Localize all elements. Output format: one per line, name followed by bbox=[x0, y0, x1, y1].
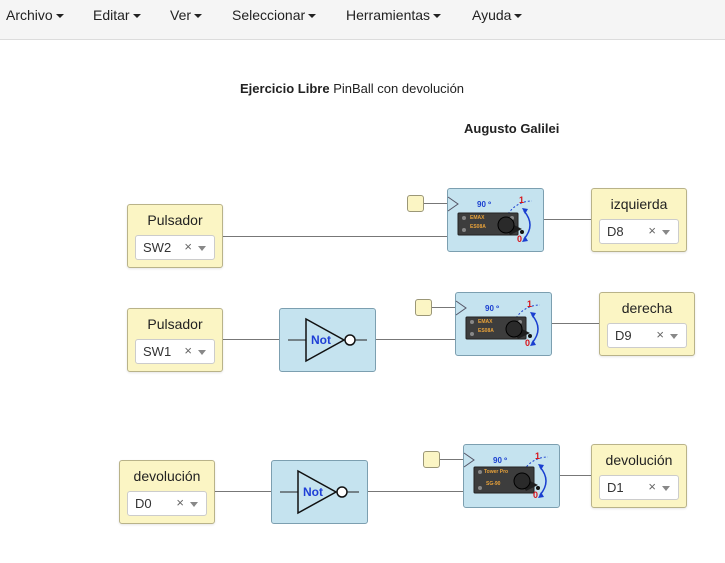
pin-select[interactable]: SW2 × bbox=[135, 235, 215, 260]
clear-icon[interactable]: × bbox=[184, 343, 192, 358]
caret-down-icon bbox=[132, 14, 141, 19]
chevron-down-icon[interactable] bbox=[190, 502, 198, 507]
servo-block[interactable]: 90 º 1 0 Tower Pro SG-90 bbox=[463, 444, 560, 508]
servo-brand: Tower Pro bbox=[484, 469, 509, 475]
output-block-devolucion[interactable]: devolución D1 × bbox=[591, 444, 687, 508]
servo-block[interactable]: 90 º 1 0 EMAX ES08A bbox=[455, 292, 552, 356]
wire bbox=[222, 339, 280, 340]
wire bbox=[558, 475, 592, 476]
wire bbox=[431, 307, 456, 308]
not-gate-block[interactable]: Not bbox=[271, 460, 368, 524]
servo-mark-one: 1 bbox=[535, 451, 541, 461]
clear-icon[interactable]: × bbox=[648, 223, 656, 238]
menu-seleccionar-label: Seleccionar bbox=[232, 7, 306, 23]
pin-select-value: D9 bbox=[615, 328, 632, 343]
chevron-down-icon[interactable] bbox=[662, 230, 670, 235]
chevron-down-icon[interactable] bbox=[198, 350, 206, 355]
menu-ayuda-label: Ayuda bbox=[472, 7, 512, 23]
block-label: devolución bbox=[605, 452, 673, 468]
block-label: Pulsador bbox=[147, 212, 203, 228]
menu-herramientas[interactable]: Herramientas bbox=[346, 7, 442, 23]
servo-brand: EMAX bbox=[470, 215, 485, 221]
servo-icon bbox=[473, 456, 549, 498]
wire bbox=[374, 339, 456, 340]
wire bbox=[214, 491, 272, 492]
servo-icon bbox=[465, 304, 541, 346]
servo-model: ES08A bbox=[470, 224, 486, 230]
caret-down-icon bbox=[308, 14, 317, 19]
servo-mark-zero: 0 bbox=[533, 490, 539, 500]
servo-model: ES08A bbox=[478, 328, 494, 334]
menu-ver[interactable]: Ver bbox=[170, 7, 203, 23]
wire bbox=[366, 491, 464, 492]
pin-select-value: D8 bbox=[607, 224, 624, 239]
not-gate-label: Not bbox=[311, 333, 331, 347]
menu-bar: Archivo Editar Ver Seleccionar Herramien… bbox=[0, 0, 725, 40]
clear-icon[interactable]: × bbox=[184, 239, 192, 254]
wire bbox=[542, 219, 592, 220]
not-gate-label: Not bbox=[303, 485, 323, 499]
block-label: izquierda bbox=[610, 196, 668, 212]
caret-down-icon bbox=[55, 14, 64, 19]
input-block-devolucion[interactable]: devolución D0 × bbox=[119, 460, 215, 524]
servo-model: SG-90 bbox=[486, 481, 501, 487]
menu-editar-label: Editar bbox=[93, 7, 130, 23]
chevron-down-icon[interactable] bbox=[662, 486, 670, 491]
block-label: derecha bbox=[621, 300, 673, 316]
output-block-derecha[interactable]: derecha D9 × bbox=[599, 292, 695, 356]
pin-select[interactable]: D1 × bbox=[599, 475, 679, 500]
pin-select-value: D0 bbox=[135, 496, 152, 511]
pin-select-value: D1 bbox=[607, 480, 624, 495]
pin-select[interactable]: D8 × bbox=[599, 219, 679, 244]
pin-select-value: SW1 bbox=[143, 344, 172, 359]
servo-brand: EMAX bbox=[478, 319, 493, 325]
pin-select-value: SW2 bbox=[143, 240, 172, 255]
servo-mark-one: 1 bbox=[527, 299, 533, 309]
clear-icon[interactable]: × bbox=[648, 479, 656, 494]
pin-select[interactable]: D9 × bbox=[607, 323, 687, 348]
caret-down-icon bbox=[433, 14, 442, 19]
servo-mark-one: 1 bbox=[519, 195, 525, 205]
servo-mark-zero: 0 bbox=[525, 338, 531, 348]
wire bbox=[439, 459, 464, 460]
servo-mark-zero: 0 bbox=[517, 234, 523, 244]
wire bbox=[550, 323, 600, 324]
menu-editar[interactable]: Editar bbox=[93, 7, 141, 23]
servo-toggle[interactable] bbox=[423, 451, 440, 468]
block-label: devolución bbox=[133, 468, 201, 484]
clear-icon[interactable]: × bbox=[176, 495, 184, 510]
servo-angle-label: 90 º bbox=[477, 200, 492, 209]
wire bbox=[424, 203, 448, 204]
caret-down-icon bbox=[514, 14, 523, 19]
servo-icon bbox=[457, 200, 533, 242]
not-gate-block[interactable]: Not bbox=[279, 308, 376, 372]
menu-ayuda[interactable]: Ayuda bbox=[472, 7, 523, 23]
exercise-prefix: Ejercicio Libre bbox=[240, 81, 330, 96]
menu-archivo-label: Archivo bbox=[6, 7, 53, 23]
servo-toggle[interactable] bbox=[415, 299, 432, 316]
wire bbox=[222, 236, 448, 237]
servo-angle-label: 90 º bbox=[485, 304, 500, 313]
author-name: Augusto Galilei bbox=[464, 121, 560, 136]
chevron-down-icon[interactable] bbox=[198, 246, 206, 251]
servo-angle-label: 90 º bbox=[493, 456, 508, 465]
menu-ver-label: Ver bbox=[170, 7, 192, 23]
output-block-izquierda[interactable]: izquierda D8 × bbox=[591, 188, 687, 252]
exercise-name: PinBall con devolución bbox=[333, 81, 465, 96]
pin-select[interactable]: D0 × bbox=[127, 491, 207, 516]
menu-seleccionar[interactable]: Seleccionar bbox=[232, 7, 317, 23]
servo-toggle[interactable] bbox=[407, 195, 424, 212]
servo-block[interactable]: 90 º 1 0 EMAX ES08A bbox=[447, 188, 544, 252]
exercise-title: Ejercicio Libre PinBall con devolución bbox=[240, 81, 464, 96]
pin-select[interactable]: SW1 × bbox=[135, 339, 215, 364]
input-block-pulsador[interactable]: Pulsador SW2 × bbox=[127, 204, 223, 268]
chevron-down-icon[interactable] bbox=[670, 334, 678, 339]
menu-herramientas-label: Herramientas bbox=[346, 7, 431, 23]
input-block-pulsador[interactable]: Pulsador SW1 × bbox=[127, 308, 223, 372]
clear-icon[interactable]: × bbox=[656, 327, 664, 342]
menu-archivo[interactable]: Archivo bbox=[6, 7, 64, 23]
block-label: Pulsador bbox=[147, 316, 203, 332]
caret-down-icon bbox=[194, 14, 203, 19]
